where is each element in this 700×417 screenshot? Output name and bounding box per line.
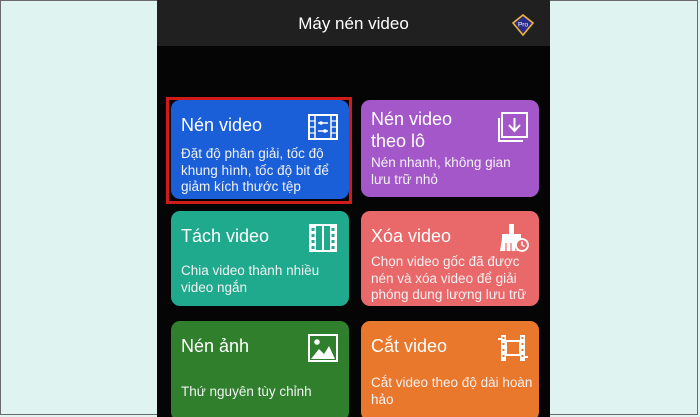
card-title: Nén ảnh	[181, 336, 250, 356]
card-description: Chia video thành nhiều video ngắn	[181, 263, 320, 295]
pro-badge-text: Pro	[518, 22, 529, 29]
broom-clock-icon	[500, 224, 529, 252]
app-header: Máy nén video Pro	[157, 0, 550, 46]
page-title: Máy nén video	[298, 14, 409, 33]
trim-video-icon	[498, 335, 528, 361]
batch-compress-card[interactable]: Nén video theo lô Nén nhanh, không gian …	[361, 100, 539, 197]
trim-video-card[interactable]: Cắt video Cắt video theo độ dài hoàn hảo	[361, 321, 539, 417]
app-screen: Máy nén video Pro Nén video Đặt độ phân …	[157, 0, 550, 417]
card-title: Cắt video	[371, 336, 448, 356]
card-description: Chọn video gốc đã được nén và xóa video …	[371, 254, 527, 302]
batch-download-icon	[498, 112, 528, 142]
compress-image-card[interactable]: Nén ảnh Thứ nguyên tùy chỉnh	[171, 321, 349, 417]
card-title: Tách video	[181, 226, 270, 246]
delete-video-card[interactable]: Xóa video Chọn video gốc đã được nén và …	[361, 211, 539, 306]
image-icon	[308, 334, 338, 362]
film-strip-icon	[309, 224, 337, 252]
card-description: Thứ nguyên tùy chỉnh	[181, 384, 312, 399]
highlight-box	[166, 97, 352, 204]
card-description: Cắt video theo độ dài hoàn hảo	[371, 375, 533, 407]
pro-diamond-icon[interactable]: Pro	[512, 14, 534, 36]
card-title: Xóa video	[371, 226, 452, 246]
card-description: Nén nhanh, không gian lưu trữ nhỏ	[371, 155, 511, 187]
split-video-card[interactable]: Tách video Chia video thành nhiều video …	[171, 211, 349, 306]
card-title: Nén video theo lô	[371, 109, 453, 151]
